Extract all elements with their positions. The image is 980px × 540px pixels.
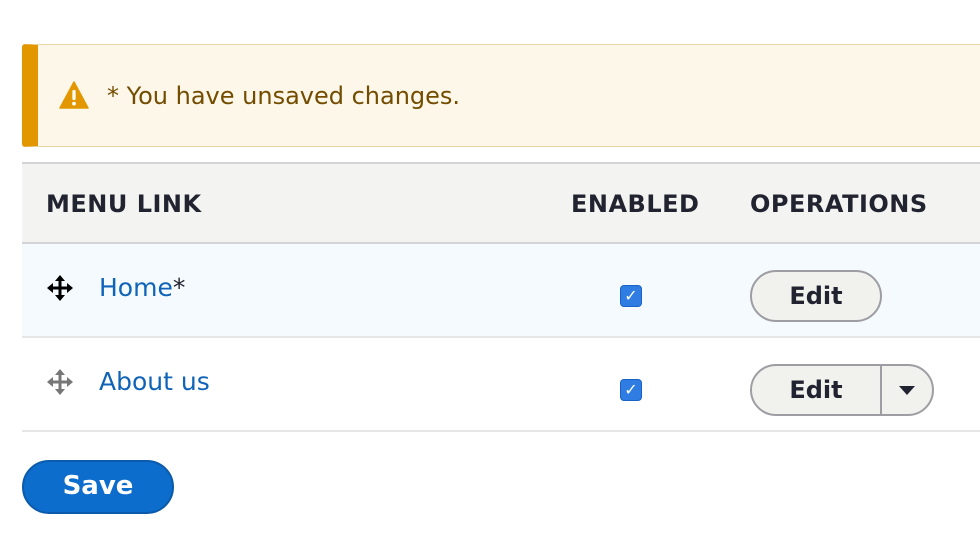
menu-link-home[interactable]: Home* [99,273,185,303]
menu-links-table: MENU LINK ENABLED OPERATIONS Home* ✓ Edi… [22,162,980,432]
more-operations-toggle[interactable] [882,366,932,414]
checkmark-icon: ✓ [624,380,638,399]
table-row: Home* ✓ Edit [22,244,980,338]
changed-marker: * [172,273,186,302]
menu-link-title[interactable]: Home [99,273,173,302]
operations-dropbutton: Edit [750,364,934,416]
drag-handle-icon[interactable] [44,366,76,398]
checkmark-icon: ✓ [624,286,638,305]
menu-edit-page: * You have unsaved changes. MENU LINK EN… [0,0,980,540]
warning-message: * You have unsaved changes. [107,82,461,110]
enabled-checkbox[interactable]: ✓ [620,379,642,401]
chevron-down-icon [899,385,915,395]
unsaved-changes-warning: * You have unsaved changes. [22,44,980,147]
drag-handle-icon[interactable] [44,272,76,304]
menu-link-about-us[interactable]: About us [99,367,210,397]
column-header-operations: OPERATIONS [750,190,928,218]
edit-button[interactable]: Edit [752,366,882,414]
enabled-checkbox[interactable]: ✓ [620,285,642,307]
menu-link-title[interactable]: About us [99,367,210,396]
column-header-enabled: ENABLED [571,190,700,218]
save-button[interactable]: Save [22,460,174,514]
edit-button[interactable]: Edit [750,270,882,322]
column-header-menu-link: MENU LINK [46,190,202,218]
table-row: About us ✓ Edit [22,338,980,432]
table-header: MENU LINK ENABLED OPERATIONS [22,162,980,244]
warning-triangle-icon [59,81,89,109]
